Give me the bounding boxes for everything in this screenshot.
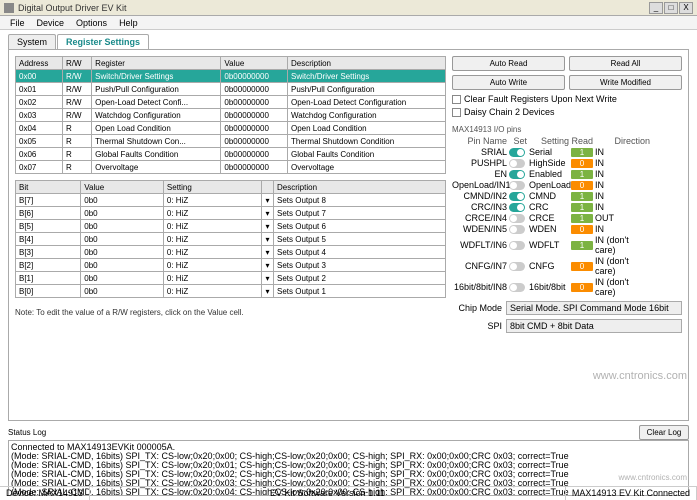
dropdown-icon[interactable]: ▾ bbox=[262, 194, 274, 207]
bit-row[interactable]: B[0]0b00: HiZ▾Sets Output 1 bbox=[16, 285, 446, 298]
menu-help[interactable]: Help bbox=[113, 16, 144, 29]
bit-row[interactable]: B[3]0b00: HiZ▾Sets Output 4 bbox=[16, 246, 446, 259]
register-row[interactable]: 0x02R/WOpen-Load Detect Confi...0b000000… bbox=[16, 96, 446, 109]
bit-row[interactable]: B[4]0b00: HiZ▾Sets Output 5 bbox=[16, 233, 446, 246]
menu-options[interactable]: Options bbox=[70, 16, 113, 29]
pin-row: PUSHPLHighSide0IN bbox=[452, 158, 682, 168]
bit-row[interactable]: B[1]0b00: HiZ▾Sets Output 2 bbox=[16, 272, 446, 285]
pin-row: CMND/IN2CMND1IN bbox=[452, 191, 682, 201]
register-row[interactable]: 0x00R/WSwitch/Driver Settings0b00000000S… bbox=[16, 70, 446, 83]
read-badge: 0 bbox=[571, 225, 593, 234]
auto-read-button[interactable]: Auto Read bbox=[452, 56, 565, 71]
read-badge: 0 bbox=[571, 181, 593, 190]
read-badge: 0 bbox=[571, 159, 593, 168]
pin-toggle[interactable] bbox=[509, 203, 525, 212]
menu-device[interactable]: Device bbox=[31, 16, 71, 29]
maximize-button[interactable]: □ bbox=[664, 2, 678, 14]
menu-file[interactable]: File bbox=[4, 16, 31, 29]
pin-row: 16bit/8bit/IN816bit/8bit0IN (don't care) bbox=[452, 277, 682, 297]
register-row[interactable]: 0x07ROvervoltage0b00000000Overvoltage bbox=[16, 161, 446, 174]
chip-mode-value: Serial Mode. SPI Command Mode 16bit bbox=[506, 301, 682, 315]
dropdown-icon[interactable]: ▾ bbox=[262, 272, 274, 285]
edit-note: Note: To edit the value of a R/W registe… bbox=[15, 308, 446, 317]
pin-toggle[interactable] bbox=[509, 241, 525, 250]
read-badge: 1 bbox=[571, 148, 593, 157]
spi-label: SPI bbox=[452, 321, 502, 331]
bit-row[interactable]: B[5]0b00: HiZ▾Sets Output 6 bbox=[16, 220, 446, 233]
register-row[interactable]: 0x04ROpen Load Condition0b00000000Open L… bbox=[16, 122, 446, 135]
footer-status: MAX14913 EV Kit Connected bbox=[566, 487, 697, 500]
dropdown-icon[interactable]: ▾ bbox=[262, 233, 274, 246]
read-badge: 1 bbox=[571, 241, 593, 250]
close-button[interactable]: X bbox=[679, 2, 693, 14]
window-title: Digital Output Driver EV Kit bbox=[18, 3, 649, 13]
pin-row: CRC/IN3CRC1IN bbox=[452, 202, 682, 212]
pins-title: MAX14913 I/O pins bbox=[452, 125, 682, 134]
bit-table: BitValueSettingDescription B[7]0b00: HiZ… bbox=[15, 180, 446, 298]
dropdown-icon[interactable]: ▾ bbox=[262, 246, 274, 259]
spi-value[interactable]: 8bit CMD + 8bit Data bbox=[506, 319, 682, 333]
dropdown-icon[interactable]: ▾ bbox=[262, 285, 274, 298]
footer-device: Device: MAX14913 bbox=[0, 487, 90, 500]
auto-write-button[interactable]: Auto Write bbox=[452, 75, 565, 90]
titlebar: Digital Output Driver EV Kit _ □ X bbox=[0, 0, 697, 16]
read-badge: 1 bbox=[571, 214, 593, 223]
clear-log-button[interactable]: Clear Log bbox=[639, 425, 689, 440]
footer-version: EV Kit Software Version 1.11 bbox=[90, 487, 566, 500]
pin-toggle[interactable] bbox=[509, 192, 525, 201]
register-table: AddressR/WRegisterValueDescription 0x00R… bbox=[15, 56, 446, 174]
register-row[interactable]: 0x06RGlobal Faults Condition0b00000000Gl… bbox=[16, 148, 446, 161]
pin-toggle[interactable] bbox=[509, 214, 525, 223]
pin-toggle[interactable] bbox=[509, 181, 525, 190]
pin-row: SRIALSerial1IN bbox=[452, 147, 682, 157]
daisy-chain-checkbox[interactable]: Daisy Chain 2 Devices bbox=[452, 107, 682, 117]
pin-toggle[interactable] bbox=[509, 225, 525, 234]
register-row[interactable]: 0x05RThermal Shutdown Con...0b00000000Th… bbox=[16, 135, 446, 148]
pin-row: ENEnabled1IN bbox=[452, 169, 682, 179]
pin-row: WDEN/IN5WDEN0IN bbox=[452, 224, 682, 234]
dropdown-icon[interactable]: ▾ bbox=[262, 207, 274, 220]
pin-toggle[interactable] bbox=[509, 262, 525, 271]
app-icon bbox=[4, 3, 14, 13]
bit-row[interactable]: B[6]0b00: HiZ▾Sets Output 7 bbox=[16, 207, 446, 220]
bit-row[interactable]: B[2]0b00: HiZ▾Sets Output 3 bbox=[16, 259, 446, 272]
read-badge: 1 bbox=[571, 203, 593, 212]
pin-toggle[interactable] bbox=[509, 170, 525, 179]
pin-toggle[interactable] bbox=[509, 283, 525, 292]
tab-register-settings[interactable]: Register Settings bbox=[57, 34, 149, 49]
pin-row: WDFLT/IN6WDFLT1IN (don't care) bbox=[452, 235, 682, 255]
pin-toggle[interactable] bbox=[509, 148, 525, 157]
status-log-label: Status Log bbox=[8, 428, 639, 437]
bit-row[interactable]: B[7]0b00: HiZ▾Sets Output 8 bbox=[16, 194, 446, 207]
pin-row: CRCE/IN4CRCE1OUT bbox=[452, 213, 682, 223]
pin-row: CNFG/IN7CNFG0IN (don't care) bbox=[452, 256, 682, 276]
tabs: System Register Settings bbox=[8, 34, 689, 49]
statusbar: Device: MAX14913 EV Kit Software Version… bbox=[0, 486, 697, 500]
minimize-button[interactable]: _ bbox=[649, 2, 663, 14]
menubar: File Device Options Help bbox=[0, 16, 697, 30]
clear-fault-checkbox[interactable]: Clear Fault Registers Upon Next Write bbox=[452, 94, 682, 104]
dropdown-icon[interactable]: ▾ bbox=[262, 220, 274, 233]
read-badge: 0 bbox=[571, 283, 593, 292]
tab-panel: AddressR/WRegisterValueDescription 0x00R… bbox=[8, 49, 689, 421]
read-badge: 1 bbox=[571, 170, 593, 179]
register-row[interactable]: 0x01R/WPush/Pull Configuration0b00000000… bbox=[16, 83, 446, 96]
read-badge: 1 bbox=[571, 192, 593, 201]
register-row[interactable]: 0x03R/WWatchdog Configuration0b00000000W… bbox=[16, 109, 446, 122]
dropdown-icon[interactable]: ▾ bbox=[262, 259, 274, 272]
read-badge: 0 bbox=[571, 262, 593, 271]
write-modified-button[interactable]: Write Modified bbox=[569, 75, 682, 90]
pin-toggle[interactable] bbox=[509, 159, 525, 168]
pin-row: OpenLoad/IN1OpenLoad0IN bbox=[452, 180, 682, 190]
chip-mode-label: Chip Mode bbox=[452, 303, 502, 313]
read-all-button[interactable]: Read All bbox=[569, 56, 682, 71]
tab-system[interactable]: System bbox=[8, 34, 56, 49]
